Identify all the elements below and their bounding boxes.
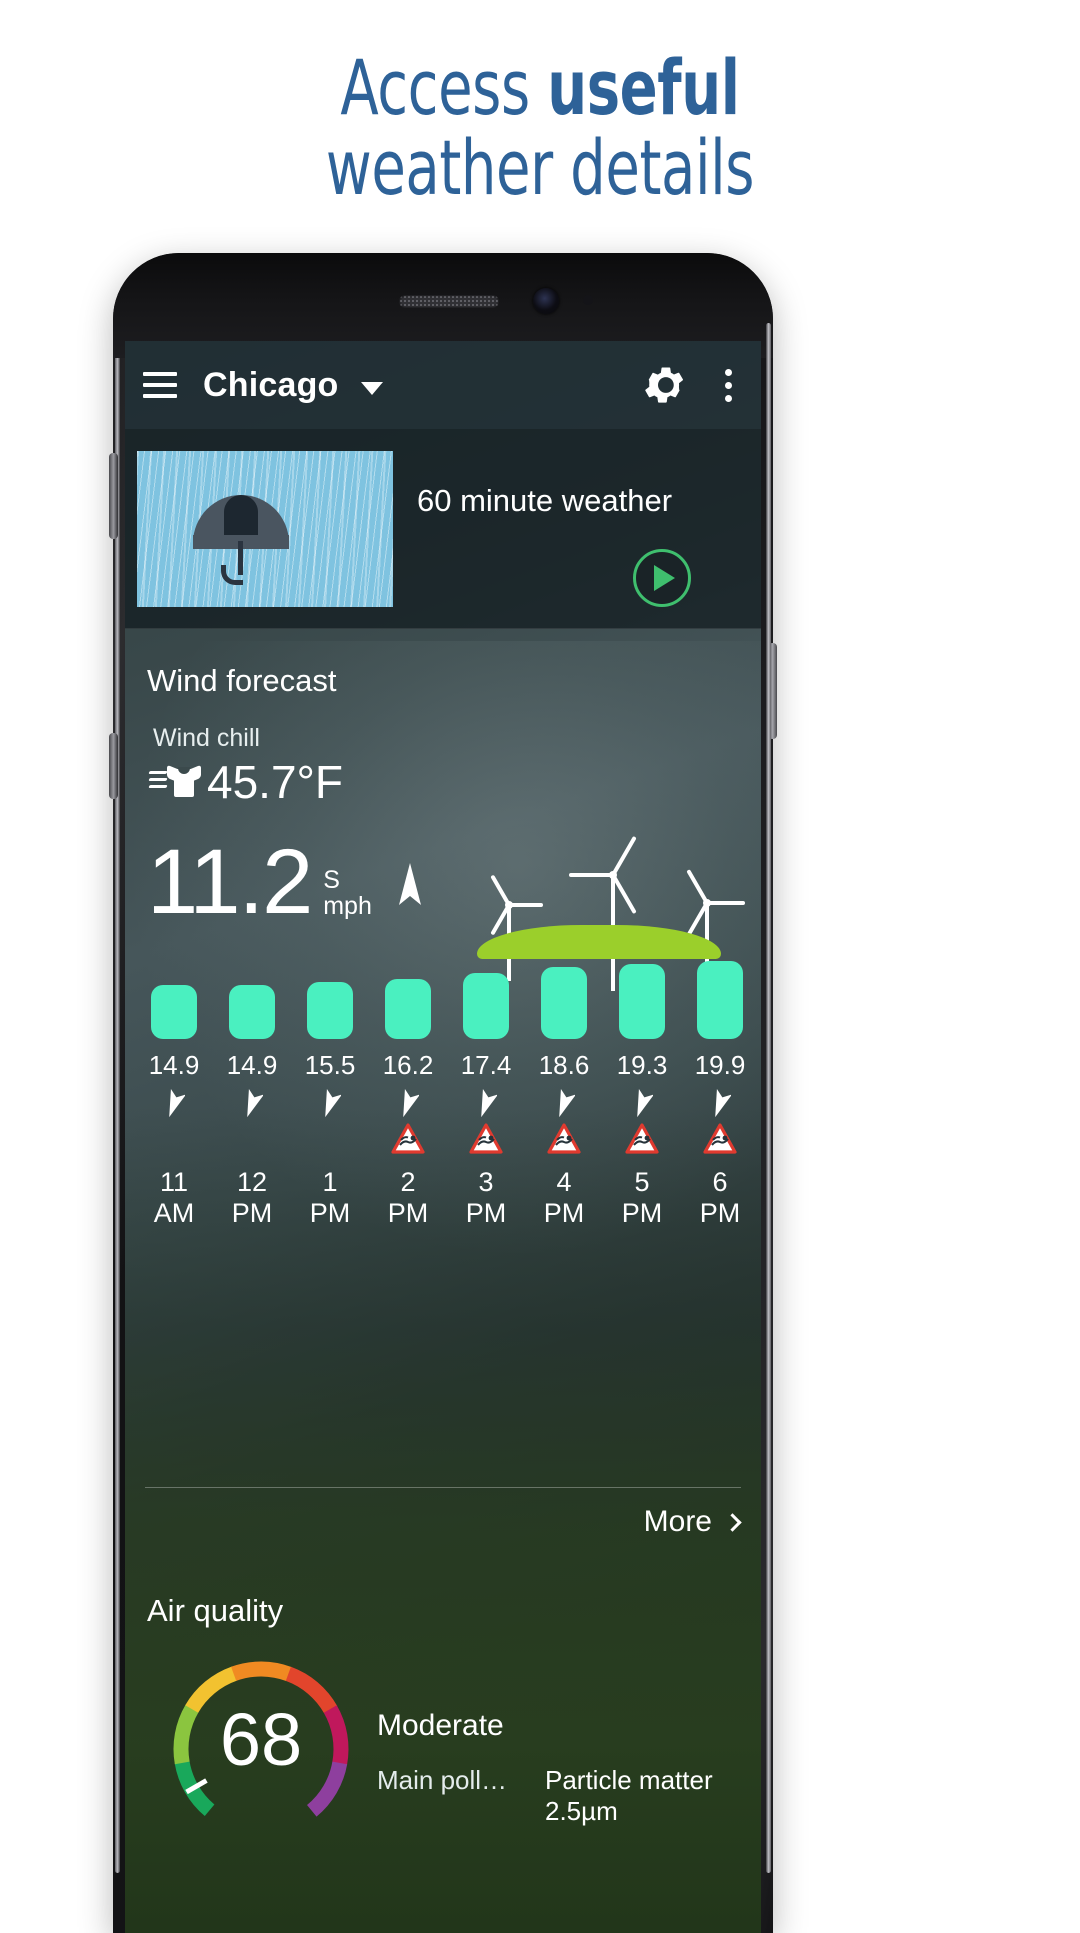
wind-hour-column: 17.4 3 PM — [449, 961, 523, 1229]
wind-hour-time: 3 PM — [465, 1167, 507, 1228]
wind-hour-column: 15.5 1 PM — [293, 961, 367, 1229]
wind-speed-value: 11.2 — [147, 831, 313, 933]
earpiece-speaker-icon — [399, 295, 499, 308]
wind-hour-time: 2 PM — [387, 1167, 429, 1228]
wind-direction-arrow-icon — [449, 1087, 523, 1121]
wind-speed-bar-value: 19.9 — [694, 1050, 746, 1080]
air-quality-category: Moderate — [377, 1709, 504, 1742]
main-pollutant-label: Main poll… — [377, 1765, 508, 1795]
wind-warning-triangle-icon — [527, 1123, 601, 1163]
wind-direction-arrow-icon — [137, 1087, 211, 1121]
phone-screen: Chicago 60 minute weather Wind forecast … — [125, 341, 761, 1933]
wind-hour-column: 19.3 5 PM — [605, 961, 679, 1229]
wind-speed-bar-value: 14.9 — [226, 1050, 278, 1080]
chevron-down-icon[interactable] — [360, 381, 383, 395]
wind-speed-row: 11.2 S mph — [147, 831, 372, 933]
wind-hour-column: 14.9 12 PM — [215, 961, 289, 1229]
wind-speed-bar-value: 14.9 — [148, 1050, 200, 1080]
sixty-minute-weather-title: 60 minute weather — [417, 483, 673, 518]
wind-hourly-chart: 14.9 11 AM 14.9 12 PM 15.5 1 PM 16.2 2 PM 17.4 3 PM 18.… — [125, 961, 761, 1261]
wind-chill-label: Wind chill — [153, 724, 260, 752]
wind-speed-bar-value: 16.2 — [382, 1050, 434, 1080]
wind-chill-row: 45.7°F — [148, 756, 344, 808]
play-icon[interactable] — [633, 549, 691, 607]
wind-speed-bar — [619, 963, 665, 1039]
wind-warning-triangle-icon — [215, 1123, 289, 1163]
wind-speed-bar-value: 17.4 — [460, 1050, 512, 1080]
proximity-sensor-icon — [583, 295, 593, 305]
more-vertical-icon[interactable] — [713, 364, 743, 406]
umbrella-rain-icon — [137, 451, 393, 607]
wind-warning-triangle-icon — [137, 1123, 211, 1163]
power-button[interactable] — [768, 643, 777, 739]
wind-warning-triangle-icon — [293, 1123, 367, 1163]
wind-speed-bar-value: 18.6 — [538, 1050, 590, 1080]
wind-warning-triangle-icon — [371, 1123, 445, 1163]
wind-warning-triangle-icon — [449, 1123, 523, 1163]
wind-direction-arrow-icon — [371, 1087, 445, 1121]
wind-chill-value: 45.7°F — [207, 756, 344, 808]
wind-direction-arrow-icon — [395, 861, 425, 907]
wind-direction-arrow-icon — [605, 1087, 679, 1121]
phone-mockup: Chicago 60 minute weather Wind forecast … — [109, 253, 777, 1933]
wind-tshirt-icon — [148, 759, 201, 805]
wind-speed-unit-label: mph — [323, 892, 372, 920]
wind-warning-triangle-icon — [605, 1123, 679, 1163]
wind-direction-arrow-icon — [293, 1087, 367, 1121]
wind-speed-bar — [307, 982, 353, 1039]
volume-up-button[interactable] — [109, 453, 118, 539]
air-quality-title: Air quality — [147, 1593, 284, 1628]
air-quality-gauge-segment — [231, 1661, 292, 1682]
wind-speed-bar-value: 15.5 — [304, 1050, 356, 1080]
bixby-button[interactable] — [109, 733, 118, 799]
wind-hour-column: 19.9 6 PM — [683, 961, 757, 1229]
sixty-minute-weather-card[interactable]: 60 minute weather — [125, 429, 761, 629]
city-name[interactable]: Chicago — [203, 366, 339, 405]
wind-hour-time: 5 PM — [621, 1167, 663, 1228]
wind-hour-time: 12 PM — [231, 1167, 273, 1228]
wind-speed-bar — [385, 978, 431, 1039]
more-label: More — [643, 1505, 712, 1538]
wind-hour-column: 18.6 4 PM — [527, 961, 601, 1229]
headline-line-1: Access useful — [97, 48, 983, 128]
wind-hour-time: 4 PM — [543, 1167, 585, 1228]
wind-speed-units: S mph — [323, 867, 372, 919]
main-pollutant-value: Particle matter 2.5µm — [545, 1765, 713, 1826]
wind-speed-bar — [463, 973, 509, 1039]
hamburger-menu-icon[interactable] — [143, 372, 177, 398]
page-headline: Access useful weather details — [97, 48, 983, 208]
wind-speed-bar — [697, 961, 743, 1039]
section-divider — [145, 1487, 741, 1488]
wind-hour-time: 6 PM — [699, 1167, 741, 1228]
app-toolbar: Chicago — [125, 341, 761, 429]
wind-direction-label: S — [323, 866, 340, 894]
air-quality-index: 68 — [219, 1698, 303, 1781]
headline-line-1-bold: useful — [547, 43, 740, 132]
wind-forecast-title: Wind forecast — [147, 663, 337, 698]
wind-hour-column: 14.9 11 AM — [137, 961, 211, 1229]
wind-direction-arrow-icon — [215, 1087, 289, 1121]
wind-warning-triangle-icon — [683, 1123, 757, 1163]
wind-speed-bar — [229, 985, 275, 1039]
wind-speed-bar — [151, 985, 197, 1039]
wind-speed-bar — [541, 967, 587, 1039]
wind-hour-time: 1 PM — [309, 1167, 351, 1228]
chevron-right-icon — [723, 1512, 742, 1532]
front-camera-icon — [533, 288, 559, 314]
air-quality-section: Air quality 68 Moderate Main poll… Parti… — [125, 1553, 761, 1933]
wind-hour-column: 16.2 2 PM — [371, 961, 445, 1229]
headline-line-2: weather details — [325, 123, 755, 212]
wind-direction-arrow-icon — [683, 1087, 757, 1121]
wind-speed-bar-value: 19.3 — [616, 1050, 668, 1080]
more-link[interactable]: More — [643, 1505, 742, 1539]
gear-icon[interactable] — [645, 364, 687, 406]
wind-direction-arrow-icon — [527, 1087, 601, 1121]
wind-hour-time: 11 AM — [153, 1167, 195, 1228]
headline-line-1-regular: Access — [340, 43, 548, 132]
